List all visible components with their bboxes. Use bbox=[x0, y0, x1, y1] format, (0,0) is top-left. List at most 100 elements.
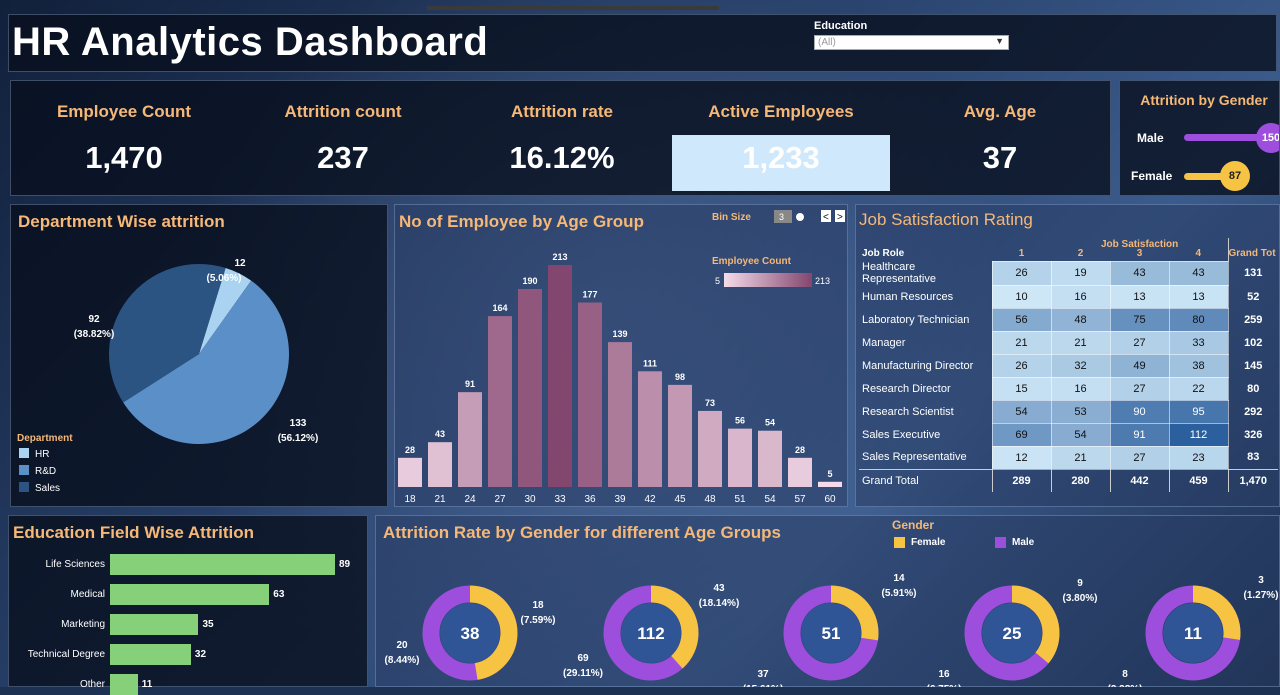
satisfaction-cell[interactable]: 32 bbox=[1050, 353, 1111, 378]
age-bar-value: 54 bbox=[765, 418, 775, 428]
edu-bar[interactable] bbox=[110, 554, 335, 575]
satisfaction-cell[interactable]: 13 bbox=[1109, 284, 1170, 309]
satisfaction-cell[interactable]: 27 bbox=[1109, 330, 1170, 355]
satisfaction-cell[interactable]: 95 bbox=[1168, 399, 1229, 424]
job-role-header: Job Role bbox=[862, 248, 905, 259]
satisfaction-cell[interactable]: 75 bbox=[1109, 307, 1170, 332]
job-role-cell: Manufacturing Director bbox=[862, 359, 974, 372]
employee-count-legend-title: Employee Count bbox=[712, 256, 792, 267]
age-bar[interactable] bbox=[788, 457, 812, 487]
edu-bar[interactable] bbox=[110, 674, 138, 695]
edu-bar[interactable] bbox=[110, 614, 199, 635]
kpi-value: 16.12% bbox=[509, 140, 615, 175]
donut-female-value: 18 bbox=[532, 600, 544, 611]
age-tick-label: 54 bbox=[764, 494, 776, 505]
satisfaction-cell[interactable]: 69 bbox=[991, 422, 1052, 447]
edu-bar-value: 89 bbox=[339, 559, 351, 570]
age-bar[interactable] bbox=[758, 430, 782, 487]
satisfaction-cell[interactable]: 43 bbox=[1168, 260, 1229, 286]
satisfaction-cell[interactable]: 43 bbox=[1109, 260, 1170, 286]
satisfaction-cell[interactable]: 54 bbox=[1050, 422, 1111, 447]
kpi-value: 37 bbox=[982, 140, 1018, 175]
age-bar[interactable] bbox=[668, 384, 692, 487]
education-filter-value: (All) bbox=[818, 37, 836, 48]
level-header: 3 bbox=[1136, 247, 1143, 259]
age-bar[interactable] bbox=[728, 428, 752, 487]
age-bar[interactable] bbox=[818, 481, 842, 487]
education-filter-dropdown[interactable]: (All) ▼ bbox=[814, 35, 1009, 50]
chevron-down-icon[interactable]: ▼ bbox=[995, 36, 1004, 46]
age-bar[interactable] bbox=[488, 316, 512, 487]
satisfaction-cell[interactable]: 21 bbox=[991, 330, 1052, 355]
satisfaction-cell[interactable]: 112 bbox=[1168, 422, 1229, 447]
age-bar-value: 56 bbox=[735, 416, 745, 426]
age-bar[interactable] bbox=[428, 442, 452, 487]
employee-count-gradient bbox=[724, 273, 812, 287]
satisfaction-cell[interactable]: 16 bbox=[1050, 376, 1111, 401]
job-role-cell: Research Scientist bbox=[862, 405, 954, 418]
age-bar[interactable] bbox=[458, 392, 482, 487]
donut-center-value: 38 bbox=[461, 624, 480, 643]
age-bar[interactable] bbox=[548, 265, 572, 487]
satisfaction-cell[interactable]: 90 bbox=[1109, 399, 1170, 424]
grand-total-header: Grand Tot bbox=[1227, 238, 1278, 261]
age-bar[interactable] bbox=[608, 342, 632, 487]
satisfaction-cell[interactable]: 27 bbox=[1109, 376, 1170, 401]
satisfaction-cell[interactable]: 26 bbox=[991, 353, 1052, 378]
satisfaction-cell: 280 bbox=[1050, 469, 1110, 492]
satisfaction-cell[interactable]: 23 bbox=[1168, 445, 1229, 470]
table-row: Human Resources 10 16 13 13 52 bbox=[859, 284, 1278, 309]
gender-age-donut-charts: 3818(7.59%)20(8.44%)11243(18.14%)69(29.1… bbox=[384, 573, 1278, 687]
edu-bar[interactable] bbox=[110, 644, 191, 665]
age-bar[interactable] bbox=[518, 288, 542, 487]
donut-male-value: 69 bbox=[577, 653, 589, 664]
chevron-right-icon[interactable]: > bbox=[837, 212, 843, 223]
satisfaction-cell[interactable]: 26 bbox=[991, 260, 1052, 286]
satisfaction-cell[interactable]: 53 bbox=[1050, 399, 1111, 424]
female-bar-value: 87 bbox=[1220, 161, 1250, 191]
age-bar[interactable] bbox=[578, 302, 602, 487]
donut-female-pct: (3.80%) bbox=[1062, 593, 1097, 604]
chevron-left-icon[interactable]: < bbox=[823, 212, 829, 223]
level-header: 2 bbox=[1077, 247, 1084, 259]
edu-bar-label: Life Sciences bbox=[45, 559, 105, 570]
donut-center-value: 51 bbox=[822, 624, 841, 643]
satisfaction-cell[interactable]: 80 bbox=[1168, 307, 1229, 332]
job-role-cell: Laboratory Technician bbox=[862, 313, 970, 326]
job-satisfaction-title: Job Satisfaction Rating bbox=[859, 210, 1033, 229]
edu-bar-label: Technical Degree bbox=[27, 649, 105, 660]
satisfaction-cell[interactable]: 48 bbox=[1050, 307, 1111, 332]
satisfaction-cell[interactable]: 10 bbox=[991, 284, 1052, 309]
donut-male-pct: (8.44%) bbox=[384, 655, 419, 666]
satisfaction-cell[interactable]: 38 bbox=[1168, 353, 1229, 378]
satisfaction-cell[interactable]: 33 bbox=[1168, 330, 1229, 355]
satisfaction-cell[interactable]: 21 bbox=[1050, 330, 1111, 355]
kpi-label: Active Employees bbox=[708, 102, 854, 121]
satisfaction-cell[interactable]: 13 bbox=[1168, 284, 1229, 309]
age-bar[interactable] bbox=[398, 457, 422, 487]
edu-bar-label: Other bbox=[79, 679, 105, 690]
satisfaction-cell[interactable]: 16 bbox=[1050, 284, 1111, 309]
satisfaction-cell[interactable]: 49 bbox=[1109, 353, 1170, 378]
satisfaction-cell[interactable]: 19 bbox=[1050, 260, 1111, 286]
satisfaction-cell[interactable]: 54 bbox=[991, 399, 1052, 424]
bin-size-value: 3 bbox=[779, 212, 784, 222]
job-role-cell: Human Resources bbox=[862, 290, 954, 303]
satisfaction-cell[interactable]: 56 bbox=[991, 307, 1052, 332]
satisfaction-cell[interactable]: 27 bbox=[1109, 445, 1170, 470]
level-header: 4 bbox=[1195, 247, 1202, 259]
edu-bar-value: 11 bbox=[141, 679, 153, 690]
kpi-label: Avg. Age bbox=[963, 102, 1037, 121]
age-bar[interactable] bbox=[698, 410, 722, 487]
kpi-active-employees: Active Employees 1,233 bbox=[671, 80, 891, 176]
satisfaction-cell[interactable]: 21 bbox=[1050, 445, 1111, 470]
satisfaction-cell[interactable]: 22 bbox=[1168, 376, 1229, 401]
bin-size-label: Bin Size bbox=[712, 212, 751, 223]
satisfaction-cell[interactable]: 91 bbox=[1109, 422, 1170, 447]
slider-handle-icon[interactable] bbox=[796, 213, 804, 221]
age-bar[interactable] bbox=[638, 371, 662, 487]
satisfaction-cell[interactable]: 12 bbox=[991, 445, 1052, 470]
edu-bar[interactable] bbox=[110, 584, 270, 605]
satisfaction-cell[interactable]: 15 bbox=[991, 376, 1052, 401]
age-tick-label: 39 bbox=[614, 494, 626, 505]
